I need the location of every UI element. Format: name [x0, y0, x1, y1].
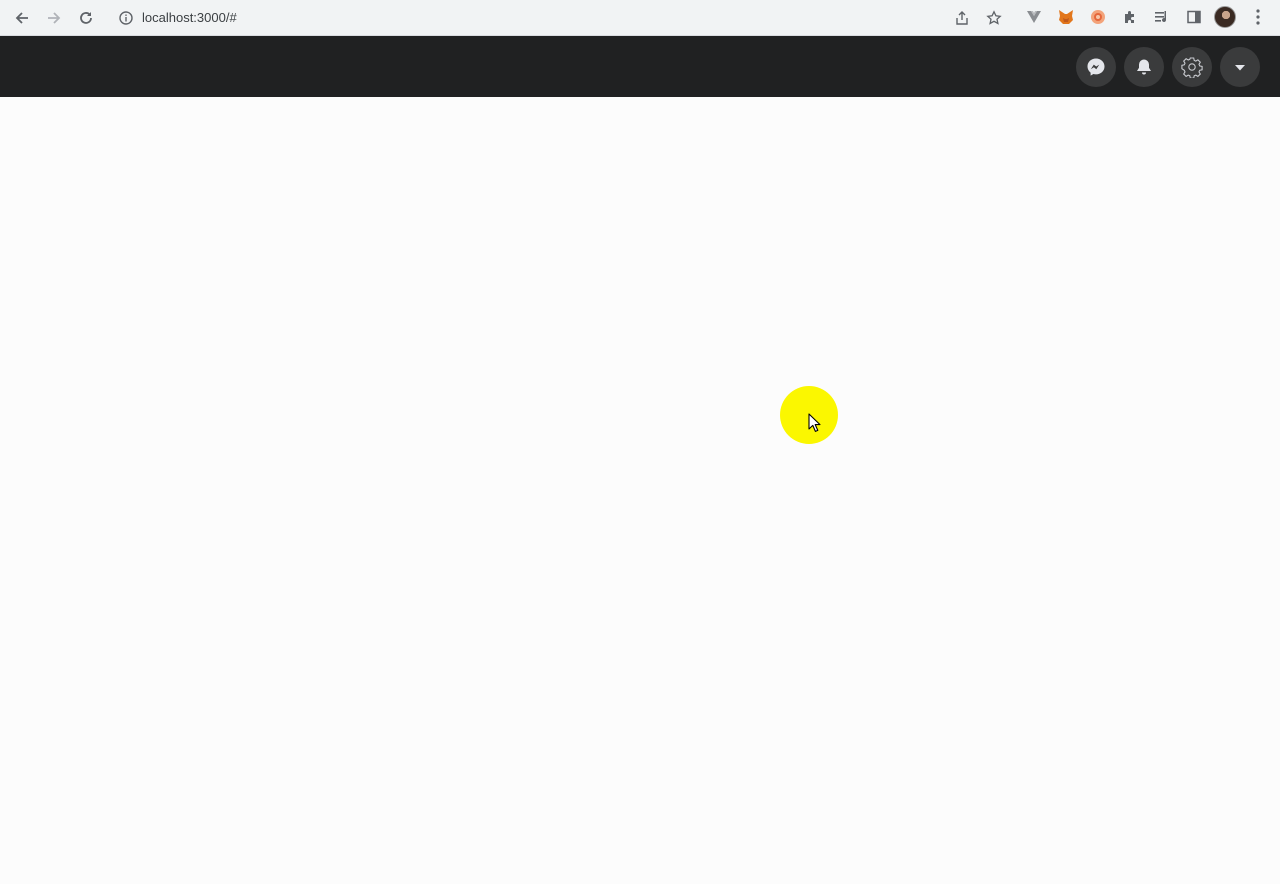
main-content: [0, 97, 1280, 884]
orange-extension-button[interactable]: [1089, 8, 1107, 26]
bell-icon: [1137, 59, 1151, 75]
reload-icon: [80, 12, 92, 24]
app-header: [0, 36, 1280, 97]
extensions-button[interactable]: [1121, 8, 1139, 26]
vue-devtools-icon: [1027, 11, 1041, 23]
reload-button[interactable]: [74, 6, 98, 30]
settings-button[interactable]: [1172, 47, 1212, 87]
media-queue-button[interactable]: [1153, 8, 1171, 26]
url-text[interactable]: localhost:3000/#: [142, 10, 237, 26]
account-menu-button[interactable]: [1220, 47, 1260, 87]
vue-devtools-button[interactable]: [1025, 8, 1043, 26]
mouse-pointer-icon: [808, 413, 821, 432]
share-icon[interactable]: [954, 10, 970, 26]
metamask-fox-icon: [1059, 10, 1073, 24]
side-panel-button[interactable]: [1185, 8, 1203, 26]
notifications-button[interactable]: [1124, 47, 1164, 87]
gear-icon: [1181, 57, 1203, 78]
avatar[interactable]: [1214, 6, 1236, 28]
caret-down-icon: [1235, 65, 1245, 71]
forward-button[interactable]: [42, 6, 66, 30]
messenger-button[interactable]: [1076, 47, 1116, 87]
side-panel-icon: [1187, 10, 1201, 24]
back-arrow-icon: [15, 12, 28, 24]
info-icon[interactable]: [118, 10, 134, 26]
messenger-icon: [1087, 58, 1105, 76]
media-queue-icon: [1155, 11, 1167, 23]
star-icon[interactable]: [986, 10, 1002, 26]
orange-extension-icon: [1091, 10, 1105, 24]
forward-arrow-icon: [48, 12, 61, 24]
puzzle-extensions-icon: [1125, 11, 1134, 23]
address-bar[interactable]: localhost:3000/#: [108, 4, 1014, 32]
metamask-button[interactable]: [1057, 8, 1075, 26]
back-button[interactable]: [10, 6, 34, 30]
kebab-menu-icon[interactable]: [1252, 8, 1264, 26]
browser-toolbar: localhost:3000/#: [0, 0, 1280, 36]
